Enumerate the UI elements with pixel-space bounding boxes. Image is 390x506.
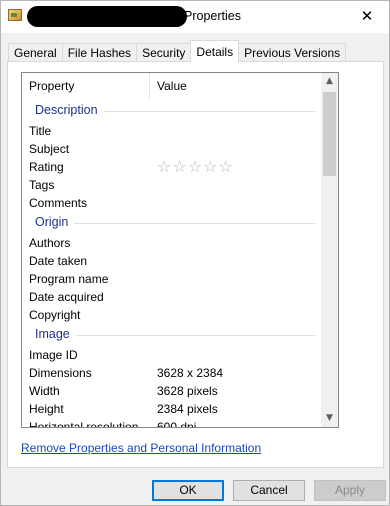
group-header-origin: Origin — [22, 212, 322, 234]
property-name: Comments — [29, 196, 88, 210]
property-name: Date acquired — [29, 290, 104, 304]
column-header-property[interactable]: Property — [22, 73, 150, 100]
list-item[interactable]: Rating ☆☆☆☆☆ — [22, 158, 322, 176]
list-rows: Description Title Subject Rating ☆☆☆☆☆ T… — [22, 100, 322, 428]
star-icon[interactable]: ☆ — [203, 157, 218, 176]
apply-button[interactable]: Apply — [314, 480, 386, 501]
list-item[interactable]: Width 3628 pixels — [22, 382, 322, 400]
property-name: Tags — [29, 178, 55, 192]
property-value: 3628 pixels — [157, 384, 218, 398]
ok-button[interactable]: OK — [152, 480, 224, 501]
group-label: Image — [35, 327, 76, 341]
group-label: Origin — [35, 215, 75, 229]
property-value: 2384 pixels — [157, 402, 218, 416]
rating-stars[interactable]: ☆☆☆☆☆ — [157, 158, 234, 176]
list-item[interactable]: Copyright — [22, 306, 322, 324]
scroll-down-arrow-icon[interactable]: ▼ — [321, 410, 338, 427]
list-item[interactable]: Comments — [22, 194, 322, 212]
list-item[interactable]: Image ID — [22, 346, 322, 364]
list-item[interactable]: Authors — [22, 234, 322, 252]
tab-previous-versions[interactable]: Previous Versions — [238, 43, 347, 62]
redacted-filename — [27, 6, 187, 27]
property-name: Image ID — [29, 348, 78, 362]
properties-list[interactable]: Property Value Description Title Subject — [21, 72, 339, 428]
star-icon[interactable]: ☆ — [172, 157, 187, 176]
star-icon[interactable]: ☆ — [157, 157, 172, 176]
list-item[interactable]: Program name — [22, 270, 322, 288]
property-name: Height — [29, 402, 64, 416]
properties-dialog: Properties ✕ General File Hashes Securit… — [0, 0, 390, 506]
tab-file-hashes[interactable]: File Hashes — [61, 43, 138, 62]
scroll-up-arrow-icon[interactable]: ▲ — [321, 73, 338, 90]
property-name: Date taken — [29, 254, 88, 268]
star-icon[interactable]: ☆ — [188, 157, 203, 176]
list-item[interactable]: Title — [22, 122, 322, 140]
details-panel: Property Value Description Title Subject — [7, 61, 384, 468]
group-divider — [35, 335, 315, 336]
property-name: Rating — [29, 160, 64, 174]
star-icon[interactable]: ☆ — [218, 157, 233, 176]
cancel-button[interactable]: Cancel — [233, 480, 305, 501]
column-header-value[interactable]: Value — [150, 73, 322, 100]
group-header-image: Image — [22, 324, 322, 346]
property-value: 3628 x 2384 — [157, 366, 224, 380]
property-name: Program name — [29, 272, 109, 286]
scroll-thumb[interactable] — [323, 92, 336, 176]
list-item[interactable]: Dimensions 3628 x 2384 — [22, 364, 322, 382]
list-header: Property Value — [22, 73, 322, 100]
property-name: Authors — [29, 236, 71, 250]
group-header-description: Description — [22, 100, 322, 122]
tab-strip: General File Hashes Security Details Pre… — [8, 40, 347, 62]
tab-details[interactable]: Details — [190, 40, 240, 62]
list-item[interactable]: Tags — [22, 176, 322, 194]
property-value: 600 dpi — [157, 420, 197, 428]
property-name: Subject — [29, 142, 70, 156]
vertical-scrollbar[interactable]: ▲ ▼ — [321, 73, 338, 427]
group-divider — [35, 223, 315, 224]
window-title: Properties — [184, 9, 241, 23]
tab-security[interactable]: Security — [136, 43, 192, 62]
title-bar: Properties ✕ — [1, 1, 389, 33]
list-item[interactable]: Subject — [22, 140, 322, 158]
remove-properties-link[interactable]: Remove Properties and Personal Informati… — [21, 441, 261, 455]
property-name: Width — [29, 384, 60, 398]
list-item[interactable]: Date taken — [22, 252, 322, 270]
tab-general[interactable]: General — [8, 43, 63, 62]
group-label: Description — [35, 103, 104, 117]
image-file-icon — [8, 9, 22, 21]
close-icon[interactable]: ✕ — [345, 1, 389, 31]
property-name: Horizontal resolution — [29, 420, 139, 428]
property-name: Dimensions — [29, 366, 92, 380]
property-name: Copyright — [29, 308, 81, 322]
list-item[interactable]: Horizontal resolution 600 dpi — [22, 418, 322, 428]
list-item[interactable]: Height 2384 pixels — [22, 400, 322, 418]
list-item[interactable]: Date acquired — [22, 288, 322, 306]
property-name: Title — [29, 124, 52, 138]
